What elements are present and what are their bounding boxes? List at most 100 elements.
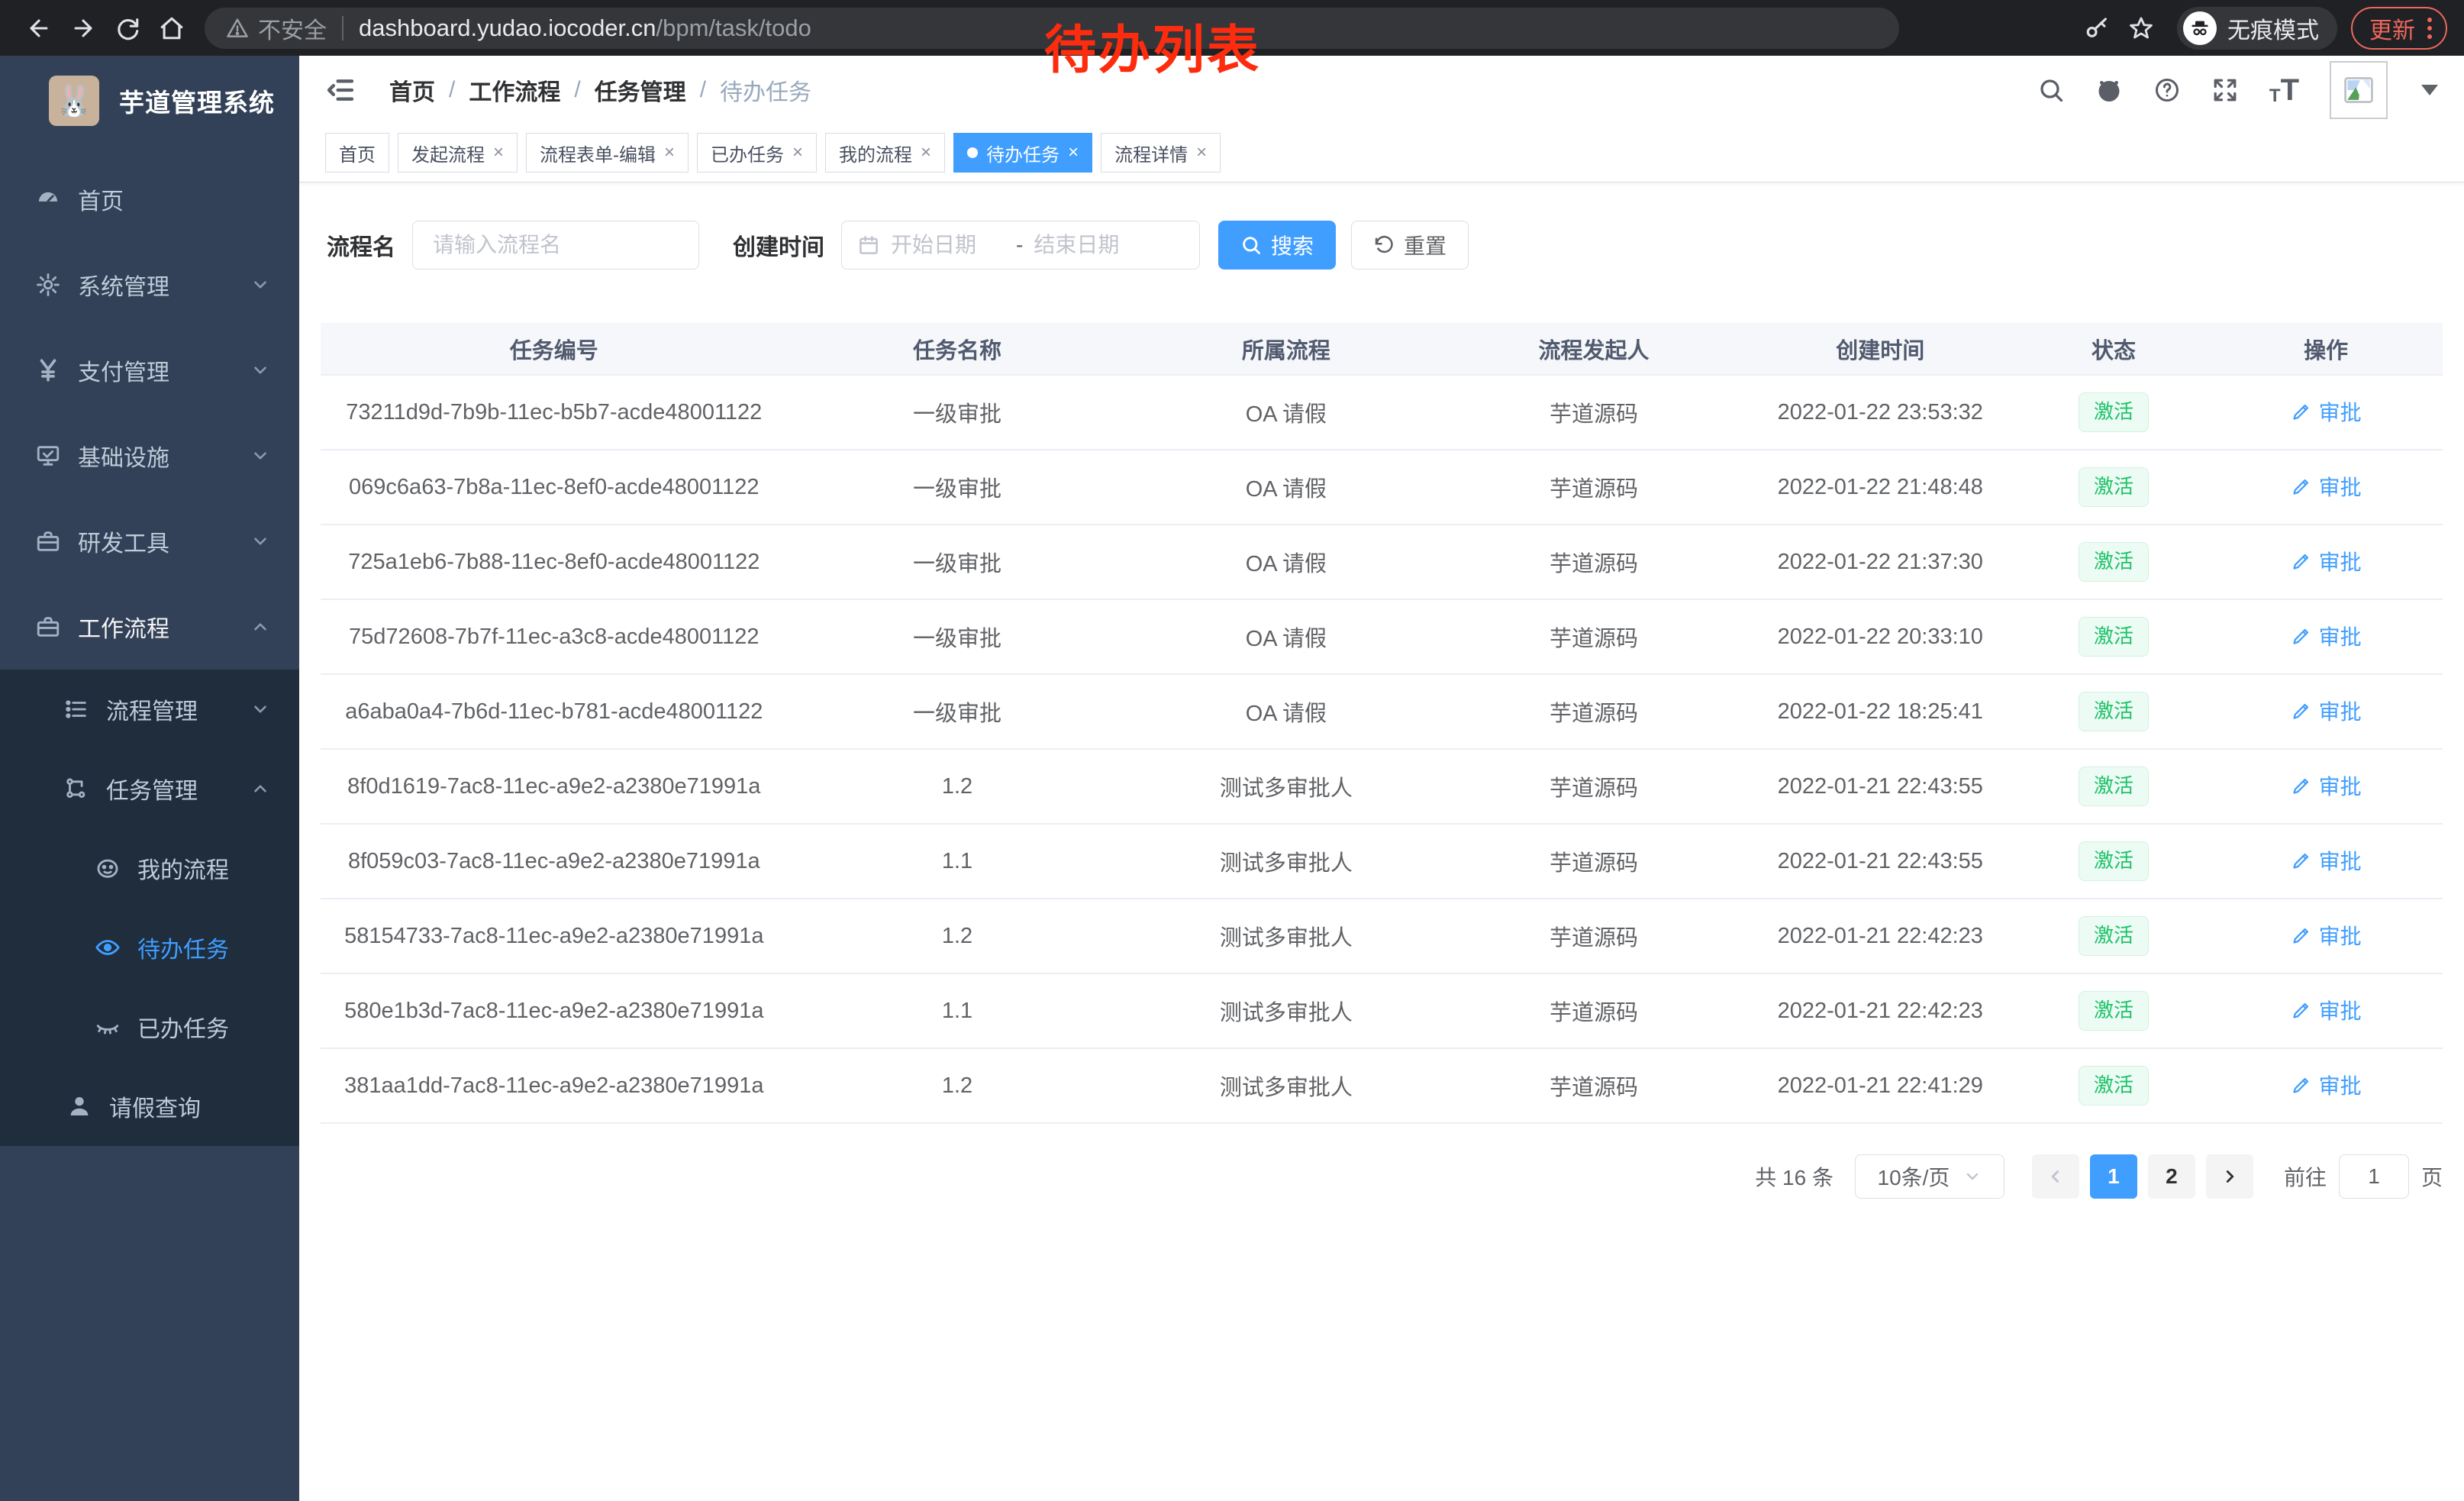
- pencil-icon: [2291, 776, 2311, 796]
- process-cell: 测试多审批人: [1127, 973, 1445, 1048]
- sidebar-item-leave-query[interactable]: 请假查询: [0, 1067, 299, 1146]
- eye-icon: [93, 934, 122, 960]
- sidebar-item-devtools[interactable]: 研发工具: [0, 499, 299, 584]
- incognito-label: 无痕模式: [2227, 11, 2319, 45]
- logo-row[interactable]: 🐰 芋道管理系统: [0, 56, 299, 146]
- sidebar-item-task-mgmt[interactable]: 任务管理: [0, 749, 299, 828]
- approve-link[interactable]: 审批: [2291, 770, 2362, 801]
- starter-cell: 芋道源码: [1445, 1048, 1742, 1123]
- page-size-select[interactable]: 10条/页: [1855, 1154, 2004, 1199]
- starter-cell: 芋道源码: [1445, 450, 1742, 525]
- task-id-cell: 8f0d1619-7ac8-11ec-a9e2-a2380e71991a: [321, 749, 788, 824]
- sidebar-item-infra[interactable]: 基础设施: [0, 413, 299, 499]
- approve-link[interactable]: 审批: [2291, 1070, 2362, 1100]
- breadcrumb-home[interactable]: 首页: [389, 73, 435, 107]
- starter-cell: 芋道源码: [1445, 375, 1742, 450]
- url-domain: dashboard.yudao.iocoder.cn: [359, 15, 656, 41]
- col-action: 操作: [2209, 323, 2443, 375]
- table-header-row: 任务编号 任务名称 所属流程 流程发起人 创建时间 状态 操作: [321, 323, 2443, 375]
- created-cell: 2022-01-21 22:42:23: [1743, 973, 2018, 1048]
- reset-button[interactable]: 重置: [1351, 221, 1469, 270]
- search-button[interactable]: 搜索: [1218, 221, 1336, 270]
- github-icon[interactable]: [2095, 76, 2123, 104]
- incognito-icon: [2183, 11, 2217, 45]
- close-icon[interactable]: ×: [664, 142, 675, 163]
- pencil-icon: [2291, 925, 2311, 946]
- reload-icon[interactable]: [105, 6, 150, 50]
- tab-done-tasks[interactable]: 已办任务 ×: [697, 133, 817, 173]
- help-icon[interactable]: [2153, 76, 2181, 104]
- sidebar-item-home[interactable]: 首页: [0, 157, 299, 242]
- password-key-icon[interactable]: [2075, 6, 2119, 50]
- task-id-cell: 58154733-7ac8-11ec-a9e2-a2380e71991a: [321, 899, 788, 973]
- date-range-picker[interactable]: -: [841, 221, 1200, 270]
- task-name-cell: 一级审批: [788, 450, 1127, 525]
- update-button[interactable]: 更新: [2351, 7, 2447, 50]
- approve-link[interactable]: 审批: [2291, 845, 2362, 876]
- sidebar-item-process-mgmt[interactable]: 流程管理: [0, 670, 299, 749]
- page-1-button[interactable]: 1: [2090, 1154, 2137, 1199]
- created-cell: 2022-01-22 18:25:41: [1743, 674, 2018, 749]
- forward-icon[interactable]: [61, 6, 105, 50]
- pencil-icon: [2291, 1075, 2311, 1096]
- sidebar-item-label: 系统管理: [78, 268, 169, 302]
- avatar-dropdown-icon[interactable]: [2421, 85, 2438, 95]
- sidebar-item-my-process[interactable]: 我的流程: [0, 828, 299, 908]
- approve-link[interactable]: 审批: [2291, 696, 2362, 726]
- tab-my-process[interactable]: 我的流程 ×: [825, 133, 945, 173]
- prev-page-button[interactable]: [2032, 1154, 2079, 1199]
- font-size-icon[interactable]: TT: [2269, 75, 2299, 105]
- sidebar-item-system[interactable]: 系统管理: [0, 242, 299, 328]
- search-icon[interactable]: [2037, 76, 2065, 104]
- start-date-input[interactable]: [891, 233, 1005, 257]
- sidebar-item-label: 请假查询: [109, 1089, 201, 1123]
- url-text[interactable]: dashboard.yudao.iocoder.cn/bpm/task/todo: [359, 15, 811, 42]
- status-badge: 激活: [2079, 392, 2149, 431]
- sidebar-item-workflow[interactable]: 工作流程: [0, 584, 299, 670]
- sidebar-item-payment[interactable]: 支付管理: [0, 328, 299, 413]
- jump-page-input[interactable]: [2339, 1154, 2409, 1199]
- task-id-cell: 580e1b3d-7ac8-11ec-a9e2-a2380e71991a: [321, 973, 788, 1048]
- security-warning[interactable]: 不安全: [226, 11, 327, 45]
- tab-todo-tasks[interactable]: 待办任务 ×: [953, 133, 1092, 173]
- tab-process-detail[interactable]: 流程详情 ×: [1101, 133, 1221, 173]
- approve-link[interactable]: 审批: [2291, 546, 2362, 576]
- breadcrumb-task-mgmt[interactable]: 任务管理: [595, 73, 686, 107]
- approve-link[interactable]: 审批: [2291, 920, 2362, 951]
- home-icon[interactable]: [150, 6, 194, 50]
- sidebar-item-label: 支付管理: [78, 353, 169, 387]
- tab-start-process[interactable]: 发起流程 ×: [398, 133, 518, 173]
- person-icon: [65, 1093, 94, 1119]
- approve-link[interactable]: 审批: [2291, 396, 2362, 427]
- sidebar-collapse-icon[interactable]: [325, 75, 356, 105]
- chevron-right-icon: [2220, 1167, 2240, 1186]
- next-page-button[interactable]: [2206, 1154, 2253, 1199]
- tab-process-form-edit[interactable]: 流程表单-编辑 ×: [526, 133, 689, 173]
- approve-link[interactable]: 审批: [2291, 621, 2362, 651]
- sidebar-item-done-tasks[interactable]: 已办任务: [0, 987, 299, 1067]
- starter-cell: 芋道源码: [1445, 899, 1742, 973]
- approve-link[interactable]: 审批: [2291, 471, 2362, 502]
- tab-home[interactable]: 首页: [325, 133, 389, 173]
- sidebar-item-todo-tasks[interactable]: 待办任务: [0, 908, 299, 987]
- close-icon[interactable]: ×: [1068, 142, 1079, 163]
- browser-menu-icon[interactable]: [2427, 18, 2432, 39]
- close-icon[interactable]: ×: [493, 142, 504, 163]
- breadcrumb-workflow[interactable]: 工作流程: [469, 73, 560, 107]
- close-icon[interactable]: ×: [792, 142, 803, 163]
- fullscreen-icon[interactable]: [2211, 76, 2239, 104]
- task-name-cell: 一级审批: [788, 599, 1127, 674]
- end-date-input[interactable]: [1034, 233, 1148, 257]
- process-name-input[interactable]: [412, 221, 699, 270]
- toolbox-icon: [34, 528, 63, 554]
- avatar[interactable]: [2330, 61, 2388, 119]
- back-icon[interactable]: [17, 6, 61, 50]
- status-badge: 激活: [2079, 841, 2149, 880]
- close-icon[interactable]: ×: [1196, 142, 1207, 163]
- bookmark-star-icon[interactable]: [2119, 6, 2163, 50]
- close-icon[interactable]: ×: [921, 142, 931, 163]
- created-cell: 2022-01-22 21:37:30: [1743, 525, 2018, 599]
- starter-cell: 芋道源码: [1445, 599, 1742, 674]
- page-2-button[interactable]: 2: [2148, 1154, 2195, 1199]
- approve-link[interactable]: 审批: [2291, 995, 2362, 1025]
